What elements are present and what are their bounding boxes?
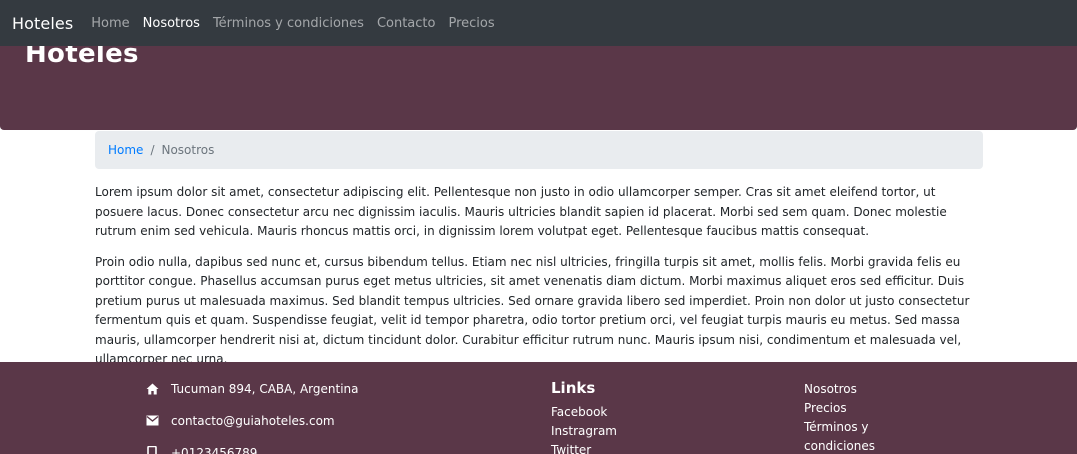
footer-phone: +0123456789 — [145, 444, 359, 454]
envelope-icon — [145, 414, 159, 428]
hero-banner: Hoteles — [0, 36, 1077, 130]
breadcrumb-separator: / — [150, 143, 155, 157]
footer-contact-column: Tucuman 894, CABA, Argentina contacto@gu… — [145, 380, 359, 454]
footer-link-precios[interactable]: Precios — [804, 399, 884, 418]
footer-links-title: Links — [551, 379, 596, 397]
nav-link-precios[interactable]: Precios — [448, 16, 494, 31]
footer: Tucuman 894, CABA, Argentina contacto@gu… — [0, 362, 1077, 454]
footer-email: contacto@guiahoteles.com — [145, 412, 359, 429]
footer-address: Tucuman 894, CABA, Argentina — [145, 380, 359, 397]
breadcrumb-home-link[interactable]: Home — [108, 143, 143, 157]
content-paragraph: Proin odio nulla, dapibus sed nunc et, c… — [95, 254, 970, 367]
footer-link-nosotros[interactable]: Nosotros — [804, 380, 884, 399]
navbar-brand[interactable]: Hoteles — [12, 14, 73, 33]
footer-address-text: Tucuman 894, CABA, Argentina — [171, 381, 359, 396]
footer-link-instagram[interactable]: Instragram — [551, 422, 617, 441]
phone-icon — [145, 445, 159, 454]
footer-pages-column: Nosotros Precios Términos y condiciones — [804, 380, 884, 454]
nav-link-terminos[interactable]: Términos y condiciones — [213, 16, 364, 31]
nav-link-contacto[interactable]: Contacto — [377, 16, 436, 31]
home-icon — [145, 382, 159, 396]
footer-phone-text: +0123456789 — [171, 445, 258, 454]
nav-link-nosotros[interactable]: Nosotros — [143, 16, 200, 31]
footer-email-text[interactable]: contacto@guiahoteles.com — [171, 414, 335, 428]
main-content: Lorem ipsum dolor sit amet, consectetur … — [95, 183, 975, 381]
footer-links-column: Links Facebook Instragram Twitter — [551, 379, 617, 454]
footer-link-facebook[interactable]: Facebook — [551, 403, 617, 422]
top-navbar: Hoteles Home Nosotros Términos y condici… — [0, 0, 1077, 46]
content-paragraph: Lorem ipsum dolor sit amet, consectetur … — [95, 185, 947, 238]
breadcrumb-current: Nosotros — [161, 143, 215, 157]
breadcrumb: Home / Nosotros — [95, 131, 983, 169]
nav-links: Home Nosotros Términos y condiciones Con… — [91, 16, 507, 31]
footer-link-terminos[interactable]: Términos y condiciones — [804, 418, 884, 454]
footer-link-twitter[interactable]: Twitter — [551, 441, 617, 454]
nav-link-home[interactable]: Home — [91, 16, 129, 31]
